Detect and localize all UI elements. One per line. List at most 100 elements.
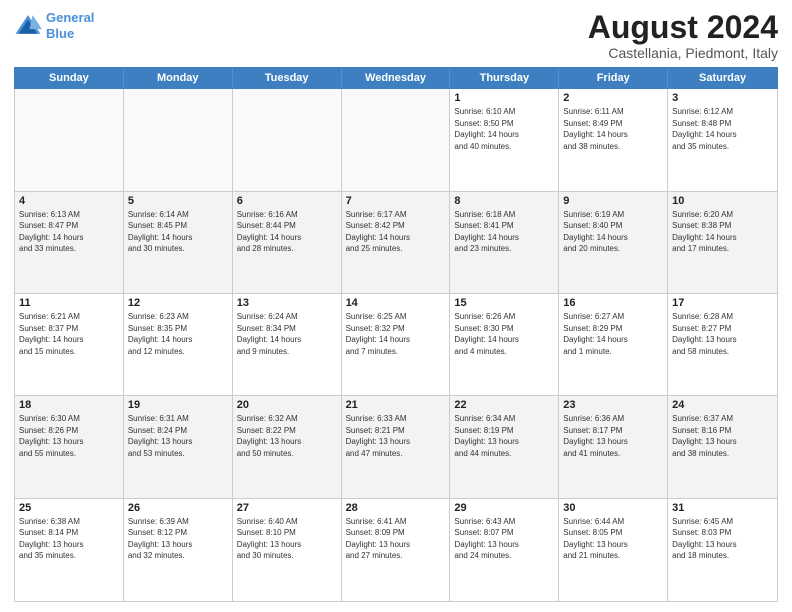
calendar-header: SundayMondayTuesdayWednesdayThursdayFrid…: [14, 67, 778, 89]
day-number-10: 10: [672, 195, 773, 207]
empty-cell-r0c3: [342, 89, 451, 190]
day-cell-19: 19 Sunrise: 6:31 AM Sunset: 8:24 PM Dayli…: [124, 396, 233, 497]
day-info-30: Sunrise: 6:44 AM Sunset: 8:05 PM Dayligh…: [563, 516, 663, 562]
day-number-31: 31: [672, 502, 773, 514]
day-cell-11: 11Sunrise: 6:21 AM Sunset: 8:37 PM Dayli…: [15, 294, 124, 395]
day-info-17: Sunrise: 6:28 AM Sunset: 8:27 PM Dayligh…: [672, 311, 773, 357]
day-info-8: Sunrise: 6:18 AM Sunset: 8:41 PM Dayligh…: [454, 209, 554, 255]
day-cell-29: 29Sunrise: 6:43 AM Sunset: 8:07 PM Dayli…: [450, 499, 559, 601]
day-number-25: 25: [19, 502, 119, 514]
day-cell-24: 24 Sunrise: 6:37 AM Sunset: 8:16 PM Dayli…: [668, 396, 777, 497]
location: Castellania, Piedmont, Italy: [588, 45, 778, 61]
logo-icon: [14, 12, 42, 40]
day-number-9: 9: [563, 195, 663, 207]
day-info-1: Sunrise: 6:10 AM Sunset: 8:50 PM Dayligh…: [454, 106, 554, 152]
day-info-23: Sunrise: 6:36 AM Sunset: 8:17 PM Dayligh…: [563, 413, 663, 459]
weekday-header-sunday: Sunday: [15, 68, 124, 88]
day-info-4: Sunrise: 6:13 AM Sunset: 8:47 PM Dayligh…: [19, 209, 119, 255]
day-cell-4: 4 Sunrise: 6:13 AM Sunset: 8:47 PM Daylig…: [15, 192, 124, 293]
day-number-23: 23: [563, 399, 663, 411]
day-info-22: Sunrise: 6:34 AM Sunset: 8:19 PM Dayligh…: [454, 413, 554, 459]
day-cell-2: 2 Sunrise: 6:11 AM Sunset: 8:49 PM Daylig…: [559, 89, 668, 190]
day-cell-22: 22Sunrise: 6:34 AM Sunset: 8:19 PM Dayli…: [450, 396, 559, 497]
day-number-2: 2: [563, 92, 663, 104]
day-info-7: Sunrise: 6:17 AM Sunset: 8:42 PM Dayligh…: [346, 209, 446, 255]
day-info-24: Sunrise: 6:37 AM Sunset: 8:16 PM Dayligh…: [672, 413, 773, 459]
day-number-18: 18: [19, 399, 119, 411]
day-info-2: Sunrise: 6:11 AM Sunset: 8:49 PM Dayligh…: [563, 106, 663, 152]
day-info-31: Sunrise: 6:45 AM Sunset: 8:03 PM Dayligh…: [672, 516, 773, 562]
empty-cell-r0c2: [233, 89, 342, 190]
day-number-28: 28: [346, 502, 446, 514]
day-number-4: 4: [19, 195, 119, 207]
empty-cell-r0c1: [124, 89, 233, 190]
calendar-row-2: 11Sunrise: 6:21 AM Sunset: 8:37 PM Dayli…: [15, 294, 777, 396]
day-number-5: 5: [128, 195, 228, 207]
page: General Blue August 2024 Castellania, Pi…: [0, 0, 792, 612]
calendar: SundayMondayTuesdayWednesdayThursdayFrid…: [14, 67, 778, 602]
day-cell-31: 31 Sunrise: 6:45 AM Sunset: 8:03 PM Dayli…: [668, 499, 777, 601]
day-info-10: Sunrise: 6:20 AM Sunset: 8:38 PM Dayligh…: [672, 209, 773, 255]
day-number-21: 21: [346, 399, 446, 411]
weekday-header-thursday: Thursday: [450, 68, 559, 88]
day-info-28: Sunrise: 6:41 AM Sunset: 8:09 PM Dayligh…: [346, 516, 446, 562]
day-cell-26: 26 Sunrise: 6:39 AM Sunset: 8:12 PM Dayli…: [124, 499, 233, 601]
logo: General Blue: [14, 10, 94, 41]
day-info-11: Sunrise: 6:21 AM Sunset: 8:37 PM Dayligh…: [19, 311, 119, 357]
day-number-19: 19: [128, 399, 228, 411]
day-info-21: Sunrise: 6:33 AM Sunset: 8:21 PM Dayligh…: [346, 413, 446, 459]
day-cell-1: 1 Sunrise: 6:10 AM Sunset: 8:50 PM Daylig…: [450, 89, 559, 190]
day-info-20: Sunrise: 6:32 AM Sunset: 8:22 PM Dayligh…: [237, 413, 337, 459]
header: General Blue August 2024 Castellania, Pi…: [14, 10, 778, 61]
day-number-6: 6: [237, 195, 337, 207]
day-cell-23: 23 Sunrise: 6:36 AM Sunset: 8:17 PM Dayli…: [559, 396, 668, 497]
day-cell-28: 28 Sunrise: 6:41 AM Sunset: 8:09 PM Dayli…: [342, 499, 451, 601]
weekday-header-monday: Monday: [124, 68, 233, 88]
day-cell-25: 25 Sunrise: 6:38 AM Sunset: 8:14 PM Dayli…: [15, 499, 124, 601]
day-number-26: 26: [128, 502, 228, 514]
day-cell-27: 27Sunrise: 6:40 AM Sunset: 8:10 PM Dayli…: [233, 499, 342, 601]
day-cell-9: 9 Sunrise: 6:19 AM Sunset: 8:40 PM Daylig…: [559, 192, 668, 293]
logo-blue: Blue: [46, 26, 74, 41]
day-number-1: 1: [454, 92, 554, 104]
calendar-row-0: 1 Sunrise: 6:10 AM Sunset: 8:50 PM Daylig…: [15, 89, 777, 191]
day-cell-12: 12 Sunrise: 6:23 AM Sunset: 8:35 PM Dayli…: [124, 294, 233, 395]
day-cell-17: 17Sunrise: 6:28 AM Sunset: 8:27 PM Dayli…: [668, 294, 777, 395]
calendar-body: 1 Sunrise: 6:10 AM Sunset: 8:50 PM Daylig…: [14, 89, 778, 602]
day-info-19: Sunrise: 6:31 AM Sunset: 8:24 PM Dayligh…: [128, 413, 228, 459]
day-info-12: Sunrise: 6:23 AM Sunset: 8:35 PM Dayligh…: [128, 311, 228, 357]
day-info-25: Sunrise: 6:38 AM Sunset: 8:14 PM Dayligh…: [19, 516, 119, 562]
day-cell-30: 30Sunrise: 6:44 AM Sunset: 8:05 PM Dayli…: [559, 499, 668, 601]
day-cell-13: 13 Sunrise: 6:24 AM Sunset: 8:34 PM Dayli…: [233, 294, 342, 395]
day-number-12: 12: [128, 297, 228, 309]
weekday-header-saturday: Saturday: [668, 68, 777, 88]
calendar-row-4: 25 Sunrise: 6:38 AM Sunset: 8:14 PM Dayli…: [15, 499, 777, 601]
day-number-7: 7: [346, 195, 446, 207]
day-cell-8: 8Sunrise: 6:18 AM Sunset: 8:41 PM Daylig…: [450, 192, 559, 293]
day-number-14: 14: [346, 297, 446, 309]
calendar-row-3: 18 Sunrise: 6:30 AM Sunset: 8:26 PM Dayli…: [15, 396, 777, 498]
day-info-14: Sunrise: 6:25 AM Sunset: 8:32 PM Dayligh…: [346, 311, 446, 357]
day-number-24: 24: [672, 399, 773, 411]
day-cell-16: 16Sunrise: 6:27 AM Sunset: 8:29 PM Dayli…: [559, 294, 668, 395]
day-info-18: Sunrise: 6:30 AM Sunset: 8:26 PM Dayligh…: [19, 413, 119, 459]
day-info-9: Sunrise: 6:19 AM Sunset: 8:40 PM Dayligh…: [563, 209, 663, 255]
day-info-15: Sunrise: 6:26 AM Sunset: 8:30 PM Dayligh…: [454, 311, 554, 357]
day-cell-5: 5 Sunrise: 6:14 AM Sunset: 8:45 PM Daylig…: [124, 192, 233, 293]
empty-cell-r0c0: [15, 89, 124, 190]
calendar-row-1: 4 Sunrise: 6:13 AM Sunset: 8:47 PM Daylig…: [15, 192, 777, 294]
day-info-13: Sunrise: 6:24 AM Sunset: 8:34 PM Dayligh…: [237, 311, 337, 357]
day-number-16: 16: [563, 297, 663, 309]
day-number-27: 27: [237, 502, 337, 514]
day-info-5: Sunrise: 6:14 AM Sunset: 8:45 PM Dayligh…: [128, 209, 228, 255]
day-cell-14: 14 Sunrise: 6:25 AM Sunset: 8:32 PM Dayli…: [342, 294, 451, 395]
day-number-15: 15: [454, 297, 554, 309]
day-cell-10: 10 Sunrise: 6:20 AM Sunset: 8:38 PM Dayli…: [668, 192, 777, 293]
day-cell-3: 3Sunrise: 6:12 AM Sunset: 8:48 PM Daylig…: [668, 89, 777, 190]
month-year: August 2024: [588, 10, 778, 45]
logo-general: General: [46, 10, 94, 25]
weekday-header-tuesday: Tuesday: [233, 68, 342, 88]
title-block: August 2024 Castellania, Piedmont, Italy: [588, 10, 778, 61]
day-info-26: Sunrise: 6:39 AM Sunset: 8:12 PM Dayligh…: [128, 516, 228, 562]
day-number-13: 13: [237, 297, 337, 309]
